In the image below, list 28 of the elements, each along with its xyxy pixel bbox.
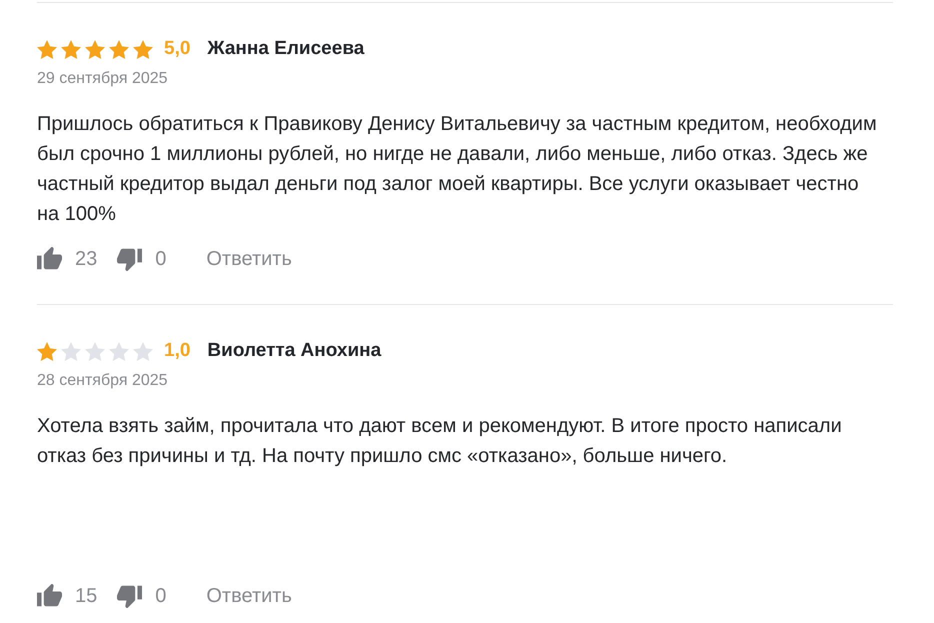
dislike-button[interactable]: 0 [117, 584, 166, 608]
star-filled-icon [37, 40, 57, 58]
thumbs-down-icon [117, 584, 142, 608]
author-name: Виолетта Анохина [207, 340, 382, 362]
review-date: 29 сентября 2025 [37, 69, 169, 89]
star-filled-icon [37, 342, 57, 360]
rating-value: 1,0 [164, 340, 190, 362]
like-button[interactable]: 23 [37, 247, 98, 271]
reply-button[interactable]: Ответить [206, 584, 292, 608]
thumbs-up-icon [37, 584, 62, 608]
star-empty-icon [61, 342, 81, 360]
reply-button[interactable]: Ответить [206, 248, 292, 270]
star-filled-icon [109, 40, 129, 58]
like-button[interactable]: 15 [37, 584, 98, 608]
thumbs-up-icon [37, 247, 62, 271]
star-filled-icon [61, 40, 81, 58]
author-name: Жанна Елисеева [207, 38, 364, 60]
review-date: 28 сентября 2025 [37, 371, 169, 391]
star-filled-icon [133, 40, 153, 58]
dislike-button[interactable]: 0 [117, 247, 166, 271]
rating-value: 5,0 [164, 38, 190, 60]
star-empty-icon [133, 342, 153, 360]
star-empty-icon [85, 342, 105, 360]
thumbs-down-icon [117, 247, 142, 271]
star-empty-icon [109, 342, 129, 360]
star-filled-icon [85, 40, 105, 58]
review-text: Пришлось обратиться к Правикову Денису Витальевичу за частным кредитом, необходим был срочно 1 миллионы рублей, но нигде не давали, либо меньше, либо отказ. Здесь же частный кредитор выдал деньги под залог моей квартиры. Все услуги оказывает честно на 100% [37, 112, 878, 227]
review-text: Хотела взять займ, прочитала что дают всем и рекомендуют. В итоге просто написали отказ без причины и тд. На почту пришло смс «отказано», больше ничего. [37, 414, 843, 469]
